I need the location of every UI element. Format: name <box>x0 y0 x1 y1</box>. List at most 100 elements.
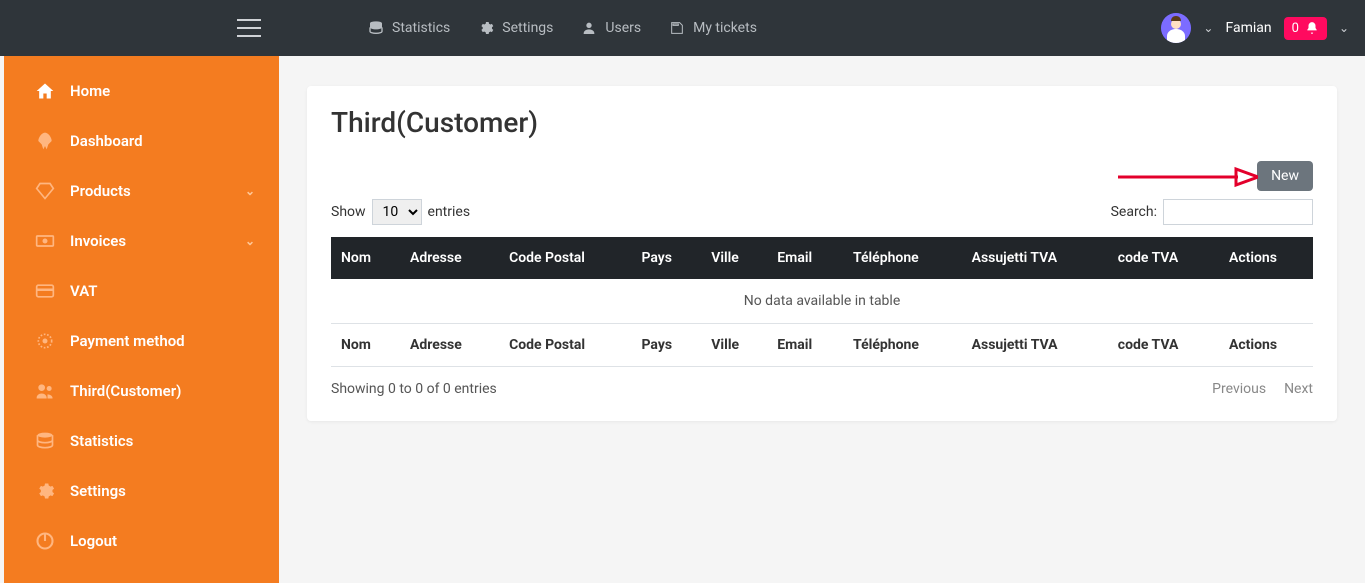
table-controls: Show 10 entries Search: <box>331 199 1313 225</box>
topnav-statistics[interactable]: Statistics <box>368 20 450 36</box>
sidebar-third-customer[interactable]: Third(Customer) <box>4 366 279 416</box>
sidebar-label: Settings <box>70 482 126 500</box>
col-footer: Email <box>767 324 843 367</box>
diamond-icon <box>34 180 56 202</box>
avatar[interactable] <box>1161 13 1191 43</box>
col-footer: Adresse <box>400 324 499 367</box>
topnav: Statistics Settings Users My tickets <box>368 20 757 36</box>
table-footer-row: Nom Adresse Code Postal Pays Ville Email… <box>331 324 1313 367</box>
avatar-icon <box>1161 13 1191 43</box>
empty-text: No data available in table <box>331 279 1313 324</box>
hamburger-menu[interactable] <box>220 19 278 37</box>
sidebar-payment-method[interactable]: Payment method <box>4 316 279 366</box>
sidebar-label: Products <box>70 182 131 200</box>
ticket-icon <box>669 20 685 36</box>
length-control: Show 10 entries <box>331 199 470 225</box>
search-label: Search: <box>1111 204 1157 220</box>
topnav-tickets[interactable]: My tickets <box>669 20 757 36</box>
topnav-label: My tickets <box>693 20 757 36</box>
main-content: Third(Customer) New Show 10 entries Sear… <box>279 56 1365 583</box>
chevron-down-icon: ⌄ <box>245 234 255 248</box>
notif-caret[interactable]: ⌄ <box>1339 21 1349 35</box>
col-footer: Ville <box>701 324 767 367</box>
sidebar-label: VAT <box>70 282 98 300</box>
bell-icon <box>1305 21 1319 35</box>
hamburger-icon <box>237 19 261 37</box>
topnav-label: Users <box>605 20 641 36</box>
topbar-left: Statistics Settings Users My tickets <box>0 19 757 37</box>
prev-button[interactable]: Previous <box>1212 381 1266 397</box>
power-icon <box>34 530 56 552</box>
col-header[interactable]: Nom <box>331 237 400 279</box>
show-label: Show <box>331 204 366 220</box>
sidebar-home[interactable]: Home <box>4 66 279 116</box>
sidebar-statistics[interactable]: Statistics <box>4 416 279 466</box>
gear-icon <box>34 480 56 502</box>
col-footer: Téléphone <box>843 324 962 367</box>
next-button[interactable]: Next <box>1284 381 1313 397</box>
gear-dotted-icon <box>34 330 56 352</box>
col-footer: Nom <box>331 324 400 367</box>
col-header[interactable]: Adresse <box>400 237 499 279</box>
username: Famian <box>1225 20 1271 36</box>
top-actions: New <box>331 161 1313 191</box>
gear-icon <box>478 20 494 36</box>
new-button[interactable]: New <box>1257 161 1313 191</box>
topnav-users[interactable]: Users <box>581 20 641 36</box>
sidebar-label: Statistics <box>70 432 133 450</box>
sidebar-vat[interactable]: VAT <box>4 266 279 316</box>
sidebar-products[interactable]: Products ⌄ <box>4 166 279 216</box>
user-icon <box>581 20 597 36</box>
card-icon <box>34 280 56 302</box>
info-text: Showing 0 to 0 of 0 entries <box>331 381 497 397</box>
col-header[interactable]: Pays <box>631 237 701 279</box>
users-icon <box>34 380 56 402</box>
sidebar-dashboard[interactable]: Dashboard <box>4 116 279 166</box>
sidebar-label: Dashboard <box>70 132 143 150</box>
col-footer: Actions <box>1219 324 1313 367</box>
user-menu-caret[interactable]: ⌄ <box>1203 21 1213 35</box>
database-icon <box>34 430 56 452</box>
col-header[interactable]: Ville <box>701 237 767 279</box>
sidebar-settings[interactable]: Settings <box>4 466 279 516</box>
sidebar-label: Invoices <box>70 232 126 250</box>
page-title: Third(Customer) <box>331 106 1313 139</box>
col-header[interactable]: Téléphone <box>843 237 962 279</box>
col-footer: Code Postal <box>499 324 631 367</box>
search-control: Search: <box>1111 199 1313 225</box>
notification-badge[interactable]: 0 <box>1284 17 1327 40</box>
col-header[interactable]: Actions <box>1219 237 1313 279</box>
col-header[interactable]: Code Postal <box>499 237 631 279</box>
col-header[interactable]: code TVA <box>1108 237 1219 279</box>
sidebar-label: Payment method <box>70 332 185 350</box>
col-header[interactable]: Email <box>767 237 843 279</box>
sidebar-invoices[interactable]: Invoices ⌄ <box>4 216 279 266</box>
sidebar-label: Logout <box>70 532 117 550</box>
col-header[interactable]: Assujetti TVA <box>962 237 1108 279</box>
pagination: Previous Next <box>1212 381 1313 397</box>
topbar-right: ⌄ Famian 0 ⌄ <box>1161 13 1349 43</box>
search-input[interactable] <box>1163 199 1313 225</box>
col-footer: Pays <box>631 324 701 367</box>
sidebar: Home Dashboard Products ⌄ Invoices ⌄ VAT… <box>4 56 279 583</box>
table-header-row: Nom Adresse Code Postal Pays Ville Email… <box>331 237 1313 279</box>
card: Third(Customer) New Show 10 entries Sear… <box>307 86 1337 421</box>
topnav-settings[interactable]: Settings <box>478 20 553 36</box>
length-select[interactable]: 10 <box>372 199 422 225</box>
col-footer: code TVA <box>1108 324 1219 367</box>
sidebar-logout[interactable]: Logout <box>4 516 279 566</box>
arrow-annotation <box>1118 165 1258 193</box>
sidebar-label: Home <box>70 82 110 100</box>
topnav-label: Statistics <box>392 20 450 36</box>
sidebar-label: Third(Customer) <box>70 382 181 400</box>
chevron-down-icon: ⌄ <box>245 184 255 198</box>
home-icon <box>34 80 56 102</box>
table-footer: Showing 0 to 0 of 0 entries Previous Nex… <box>331 381 1313 397</box>
topnav-label: Settings <box>502 20 553 36</box>
rocket-icon <box>34 130 56 152</box>
empty-row: No data available in table <box>331 279 1313 324</box>
data-table: Nom Adresse Code Postal Pays Ville Email… <box>331 237 1313 367</box>
col-footer: Assujetti TVA <box>962 324 1108 367</box>
entries-label: entries <box>428 204 471 220</box>
topbar: Statistics Settings Users My tickets ⌄ F… <box>0 0 1365 56</box>
